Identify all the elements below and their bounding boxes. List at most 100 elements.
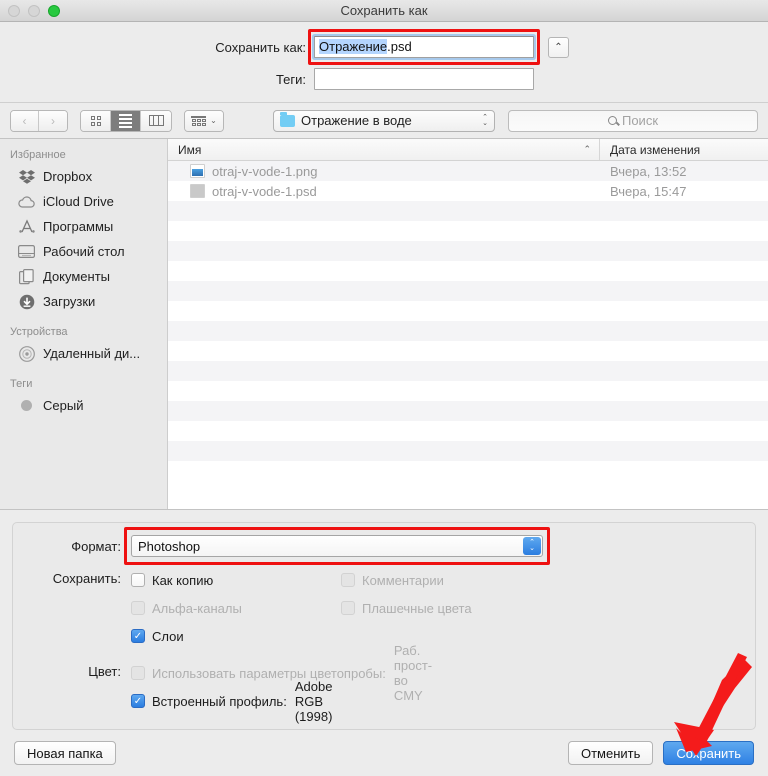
filename-input[interactable] [314, 36, 534, 58]
arrange-by-button[interactable]: ⌄ [184, 110, 224, 132]
empty-row [168, 381, 768, 401]
sidebar-group-header-tags: Теги [0, 374, 167, 393]
window-titlebar: Сохранить как [0, 0, 768, 22]
updown-arrows-icon: ⌃⌄ [523, 537, 541, 555]
maximize-icon[interactable] [48, 5, 60, 17]
checkbox-embedded-profile[interactable]: ✓ Встроенный профиль: Adobe RGB (1998) [131, 687, 320, 715]
sidebar-item-applications[interactable]: Программы [0, 214, 167, 239]
expand-disclosure-button[interactable]: ⌃ [548, 37, 569, 58]
save-button[interactable]: Сохранить [663, 741, 754, 765]
empty-row [168, 461, 768, 481]
color-options-row: Цвет: ✓ Использовать параметры цветопроб… [13, 659, 755, 715]
column-header-date[interactable]: Дата изменения [600, 139, 768, 160]
tags-label: Теги: [0, 72, 314, 87]
checkbox-layers[interactable]: ✓ Слои [131, 622, 551, 650]
sidebar-item-label: iCloud Drive [43, 194, 114, 209]
dropbox-icon [18, 168, 35, 185]
checkbox-spot-colors: ✓ Плашечные цвета [341, 594, 551, 622]
close-icon [8, 5, 20, 17]
remote-disc-icon [18, 345, 35, 362]
gray-tag-dot-icon [18, 397, 35, 414]
column-view-button[interactable] [141, 111, 171, 131]
table-row[interactable]: otraj-v-vode-1.psd Вчера, 15:47 [168, 181, 768, 201]
file-name-label: otraj-v-vode-1.png [212, 164, 318, 179]
checkbox-label: Комментарии [362, 573, 444, 588]
png-file-icon [190, 164, 205, 178]
sidebar: Избранное Dropbox iCloud Drive Программы [0, 139, 168, 509]
current-folder-popup[interactable]: Отражение в воде ⌃⌄ [273, 110, 495, 132]
table-row[interactable]: otraj-v-vode-1.png Вчера, 13:52 [168, 161, 768, 181]
file-name-label: otraj-v-vode-1.psd [212, 184, 317, 199]
folder-icon [280, 115, 295, 127]
checkbox-box: ✓ [131, 666, 145, 680]
column-header-name[interactable]: Имя ⌃ [168, 139, 600, 160]
checkbox-label: Плашечные цвета [362, 601, 472, 616]
window-title: Сохранить как [0, 3, 768, 18]
chevron-down-icon: ⌄ [210, 116, 217, 125]
file-browser: Избранное Dropbox iCloud Drive Программы [0, 139, 768, 510]
checkbox-box[interactable]: ✓ [131, 573, 145, 587]
file-name-cell: otraj-v-vode-1.png [168, 164, 600, 179]
empty-row [168, 241, 768, 261]
checkbox-box[interactable]: ✓ [131, 694, 145, 708]
checkbox-box[interactable]: ✓ [131, 629, 145, 643]
sidebar-item-documents[interactable]: Документы [0, 264, 167, 289]
search-icon [608, 116, 617, 125]
back-button[interactable]: ‹ [11, 111, 39, 131]
save-options-row: Сохранить: ✓ Как копию ✓ Комментарии ✓ А… [13, 566, 755, 650]
checkbox-as-copy[interactable]: ✓ Как копию [131, 566, 341, 594]
empty-row [168, 321, 768, 341]
forward-button[interactable]: › [39, 111, 67, 131]
empty-row [168, 421, 768, 441]
color-label: Цвет: [13, 659, 131, 679]
column-header-date-label: Дата изменения [610, 143, 700, 157]
empty-row [168, 221, 768, 241]
sidebar-item-remote-disc[interactable]: Удаленный ди... [0, 341, 167, 366]
checkbox-box: ✓ [131, 601, 145, 615]
chevron-up-icon: ⌃ [554, 42, 562, 53]
save-as-label: Сохранить как: [0, 40, 314, 55]
search-input[interactable]: Поиск [508, 110, 758, 132]
empty-row [168, 261, 768, 281]
file-list-header: Имя ⌃ Дата изменения [168, 139, 768, 161]
column-header-name-label: Имя [178, 143, 201, 157]
tags-row: Теги: [0, 68, 768, 90]
color-proof-value: Раб. прост-во CMY [394, 643, 432, 703]
new-folder-button[interactable]: Новая папка [14, 741, 116, 765]
format-select[interactable]: Photoshop ⌃⌄ [131, 535, 543, 557]
sidebar-item-label: Документы [43, 269, 110, 284]
list-view-button[interactable] [111, 111, 141, 131]
format-options-inner: Формат: Photoshop ⌃⌄ Сохранить: ✓ Как ко… [12, 522, 756, 730]
icon-view-button[interactable] [81, 111, 111, 131]
sidebar-item-desktop[interactable]: Рабочий стол [0, 239, 167, 264]
checkbox-label: Использовать параметры цветопробы: [152, 666, 386, 681]
empty-row [168, 361, 768, 381]
sidebar-item-dropbox[interactable]: Dropbox [0, 164, 167, 189]
applications-icon [18, 218, 35, 235]
sidebar-item-downloads[interactable]: Загрузки [0, 289, 167, 314]
tags-input[interactable] [314, 68, 534, 90]
footer-actions: Отменить Сохранить [568, 741, 754, 765]
empty-row [168, 201, 768, 221]
save-as-dialog: Сохранить как Сохранить как: Отражение.p… [0, 0, 768, 776]
sidebar-item-icloud-drive[interactable]: iCloud Drive [0, 189, 167, 214]
empty-row [168, 301, 768, 321]
cancel-button[interactable]: Отменить [568, 741, 653, 765]
format-options-panel: Формат: Photoshop ⌃⌄ Сохранить: ✓ Как ко… [0, 510, 768, 730]
format-select-wrap: Photoshop ⌃⌄ [131, 535, 543, 557]
traffic-lights [8, 5, 60, 17]
file-name-cell: otraj-v-vode-1.psd [168, 184, 600, 199]
current-folder-label: Отражение в воде [301, 113, 412, 128]
checkbox-alpha-channels: ✓ Альфа-каналы [131, 594, 341, 622]
checkbox-label: Как копию [152, 573, 213, 588]
updown-arrows-icon: ⌃⌄ [482, 115, 488, 127]
empty-row [168, 281, 768, 301]
file-list-rows: otraj-v-vode-1.png Вчера, 13:52 otraj-v-… [168, 161, 768, 509]
documents-icon [18, 268, 35, 285]
checkbox-label: Встроенный профиль: [152, 694, 287, 709]
file-date-cell: Вчера, 15:47 [600, 184, 768, 199]
checkbox-box: ✓ [341, 601, 355, 615]
sidebar-item-gray-tag[interactable]: Серый [0, 393, 167, 418]
checkbox-color-proof: ✓ Использовать параметры цветопробы: Раб… [131, 659, 320, 687]
save-as-row: Сохранить как: Отражение.psd ⌃ [0, 36, 768, 58]
